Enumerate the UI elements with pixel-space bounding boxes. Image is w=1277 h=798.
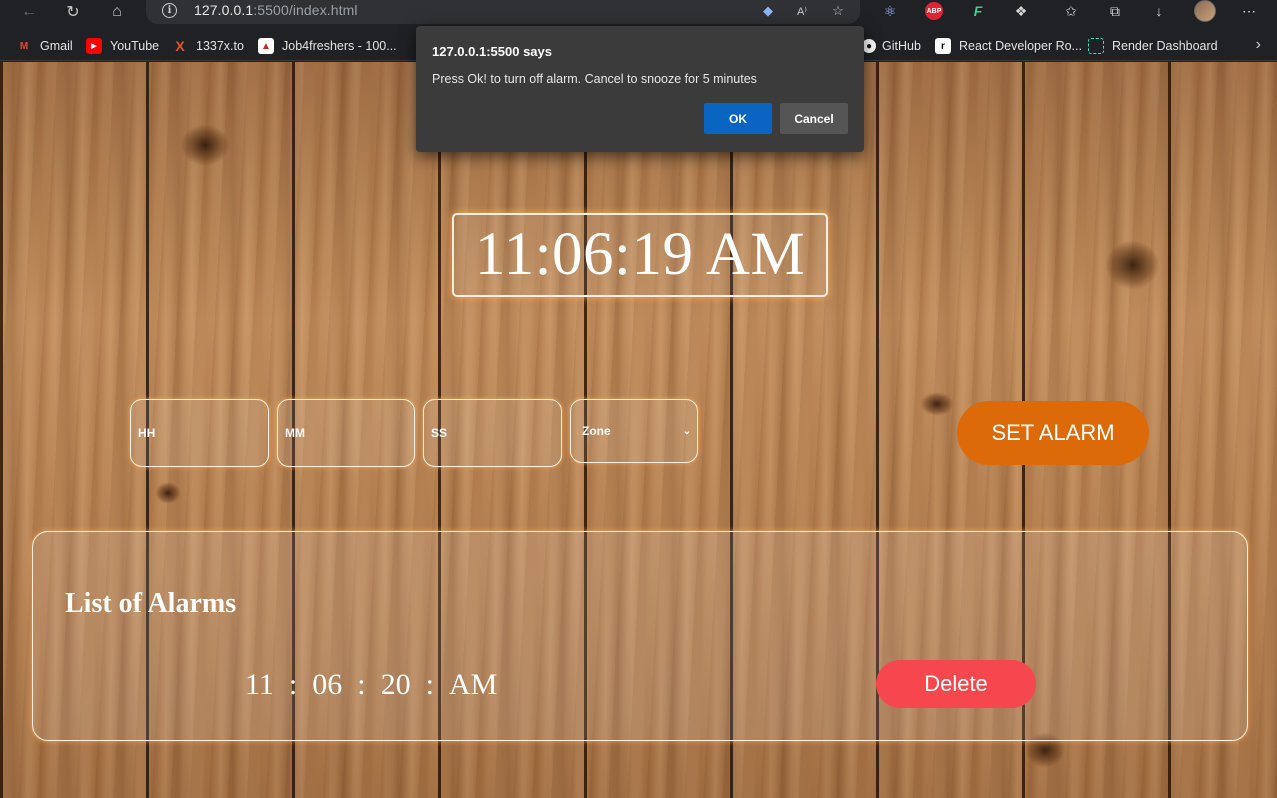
alarm-list-item: 11 : 06 : 20 : AM [245,668,497,702]
minute-placeholder: MM [285,426,305,440]
dialog-ok-button[interactable]: OK [704,103,772,134]
bookmark-label: YouTube [110,39,160,53]
reload-icon[interactable]: ↻ [58,0,88,24]
wood-knot [155,482,181,504]
job4freshers-icon: ▲ [258,38,274,54]
react-roadmap-icon: r [935,38,951,54]
adblock-plus-badge: ABP [925,2,943,20]
bookmark-job4freshers[interactable]: ▲ Job4freshers - 100... [258,36,397,56]
dialog-message: Press Ok! to turn off alarm. Cancel to s… [432,72,757,86]
render-icon [1088,38,1104,54]
hour-input[interactable]: HH [130,399,269,467]
wood-knot [180,124,230,166]
alarm-separator: : [425,668,434,701]
alarm-list-title: List of Alarms [65,588,237,619]
bookmark-label: Render Dashboard [1112,39,1218,53]
bookmark-label: React Developer Ro... [959,39,1082,53]
wood-knot [1105,240,1160,290]
bookmark-gmail[interactable]: M Gmail [16,36,73,56]
youtube-icon: ▶ [86,38,102,54]
gmail-icon: M [19,40,29,52]
alarm-separator: : [357,668,366,701]
alarm-minute: 06 [312,668,343,701]
url-host: 127.0.0.1 [194,2,254,18]
digital-clock: 11:06:19 AM [452,213,828,297]
second-input[interactable]: SS [423,399,562,467]
url-path: :5500/index.html [253,2,358,18]
profile-avatar[interactable] [1192,0,1218,22]
dialog-title: 127.0.0.1:5500 says [432,44,552,59]
adblock-plus-icon[interactable]: ABP [921,0,947,22]
add-favorite-icon[interactable]: ☆ [826,0,850,22]
download-icon[interactable]: ↓ [1146,0,1172,22]
delete-alarm-button[interactable]: Delete [876,660,1036,708]
more-menu-icon[interactable]: ⋯ [1236,0,1262,22]
bookmark-label: Gmail [40,39,73,53]
react-devtools-icon[interactable]: ⚛ [877,0,903,22]
bookmark-label: Job4freshers - 100... [282,39,397,53]
home-icon[interactable]: ⌂ [102,0,132,24]
alarm-separator: : [288,668,298,701]
second-placeholder: SS [431,426,448,440]
info-icon[interactable]: i [162,3,177,18]
bookmark-label: GitHub [882,39,921,53]
zone-select[interactable]: Zone ⌄ [570,399,698,463]
extensions-puzzle-icon[interactable]: ❖ [1008,0,1034,22]
read-aloud-icon[interactable]: A⁾ [790,0,814,22]
zone-selected-value: Zone [582,424,611,438]
bookmark-react-roadmap[interactable]: r React Developer Ro... [935,36,1082,56]
page-background: 11:06:19 AM HH MM SS Zone ⌄ SET ALARM Li… [0,62,1277,798]
set-alarm-button[interactable]: SET ALARM [957,401,1149,465]
1337x-icon: X [175,38,185,54]
bookmark-github[interactable]: ● GitHub [862,36,921,56]
avatar-image [1194,0,1216,22]
alarm-list-panel: List of Alarms 11 : 06 : 20 : AM Delete [32,531,1248,741]
github-icon: ● [862,39,876,53]
tag-icon[interactable]: ◆ [756,0,780,22]
chevron-right-icon[interactable]: › [1256,36,1261,54]
extension-icon[interactable]: F [965,0,991,22]
dialog-cancel-button[interactable]: Cancel [780,103,848,134]
collections-icon[interactable]: ⧉ [1102,0,1128,22]
alert-dialog: 127.0.0.1:5500 says Press Ok! to turn of… [416,26,864,152]
bookmark-1337x[interactable]: X 1337x.to [172,36,244,56]
favorites-icon[interactable]: ✩ [1058,0,1084,22]
bookmark-render[interactable]: Render Dashboard [1088,36,1218,56]
hour-placeholder: HH [138,426,156,440]
minute-input[interactable]: MM [277,399,415,467]
bookmark-label: 1337x.to [196,39,244,53]
alarm-hour: 11 [245,668,274,701]
chevron-down-icon: ⌄ [682,425,691,437]
alarm-zone: AM [448,668,498,701]
alarm-second: 20 [380,668,411,701]
back-arrow-icon[interactable]: ← [14,0,44,24]
address-bar[interactable]: i 127.0.0.1:5500/index.html ◆ A⁾ ☆ [146,0,860,24]
url-text[interactable]: 127.0.0.1:5500/index.html [194,2,358,18]
bookmark-youtube[interactable]: ▶ YouTube [86,36,159,56]
wood-knot [920,392,954,416]
